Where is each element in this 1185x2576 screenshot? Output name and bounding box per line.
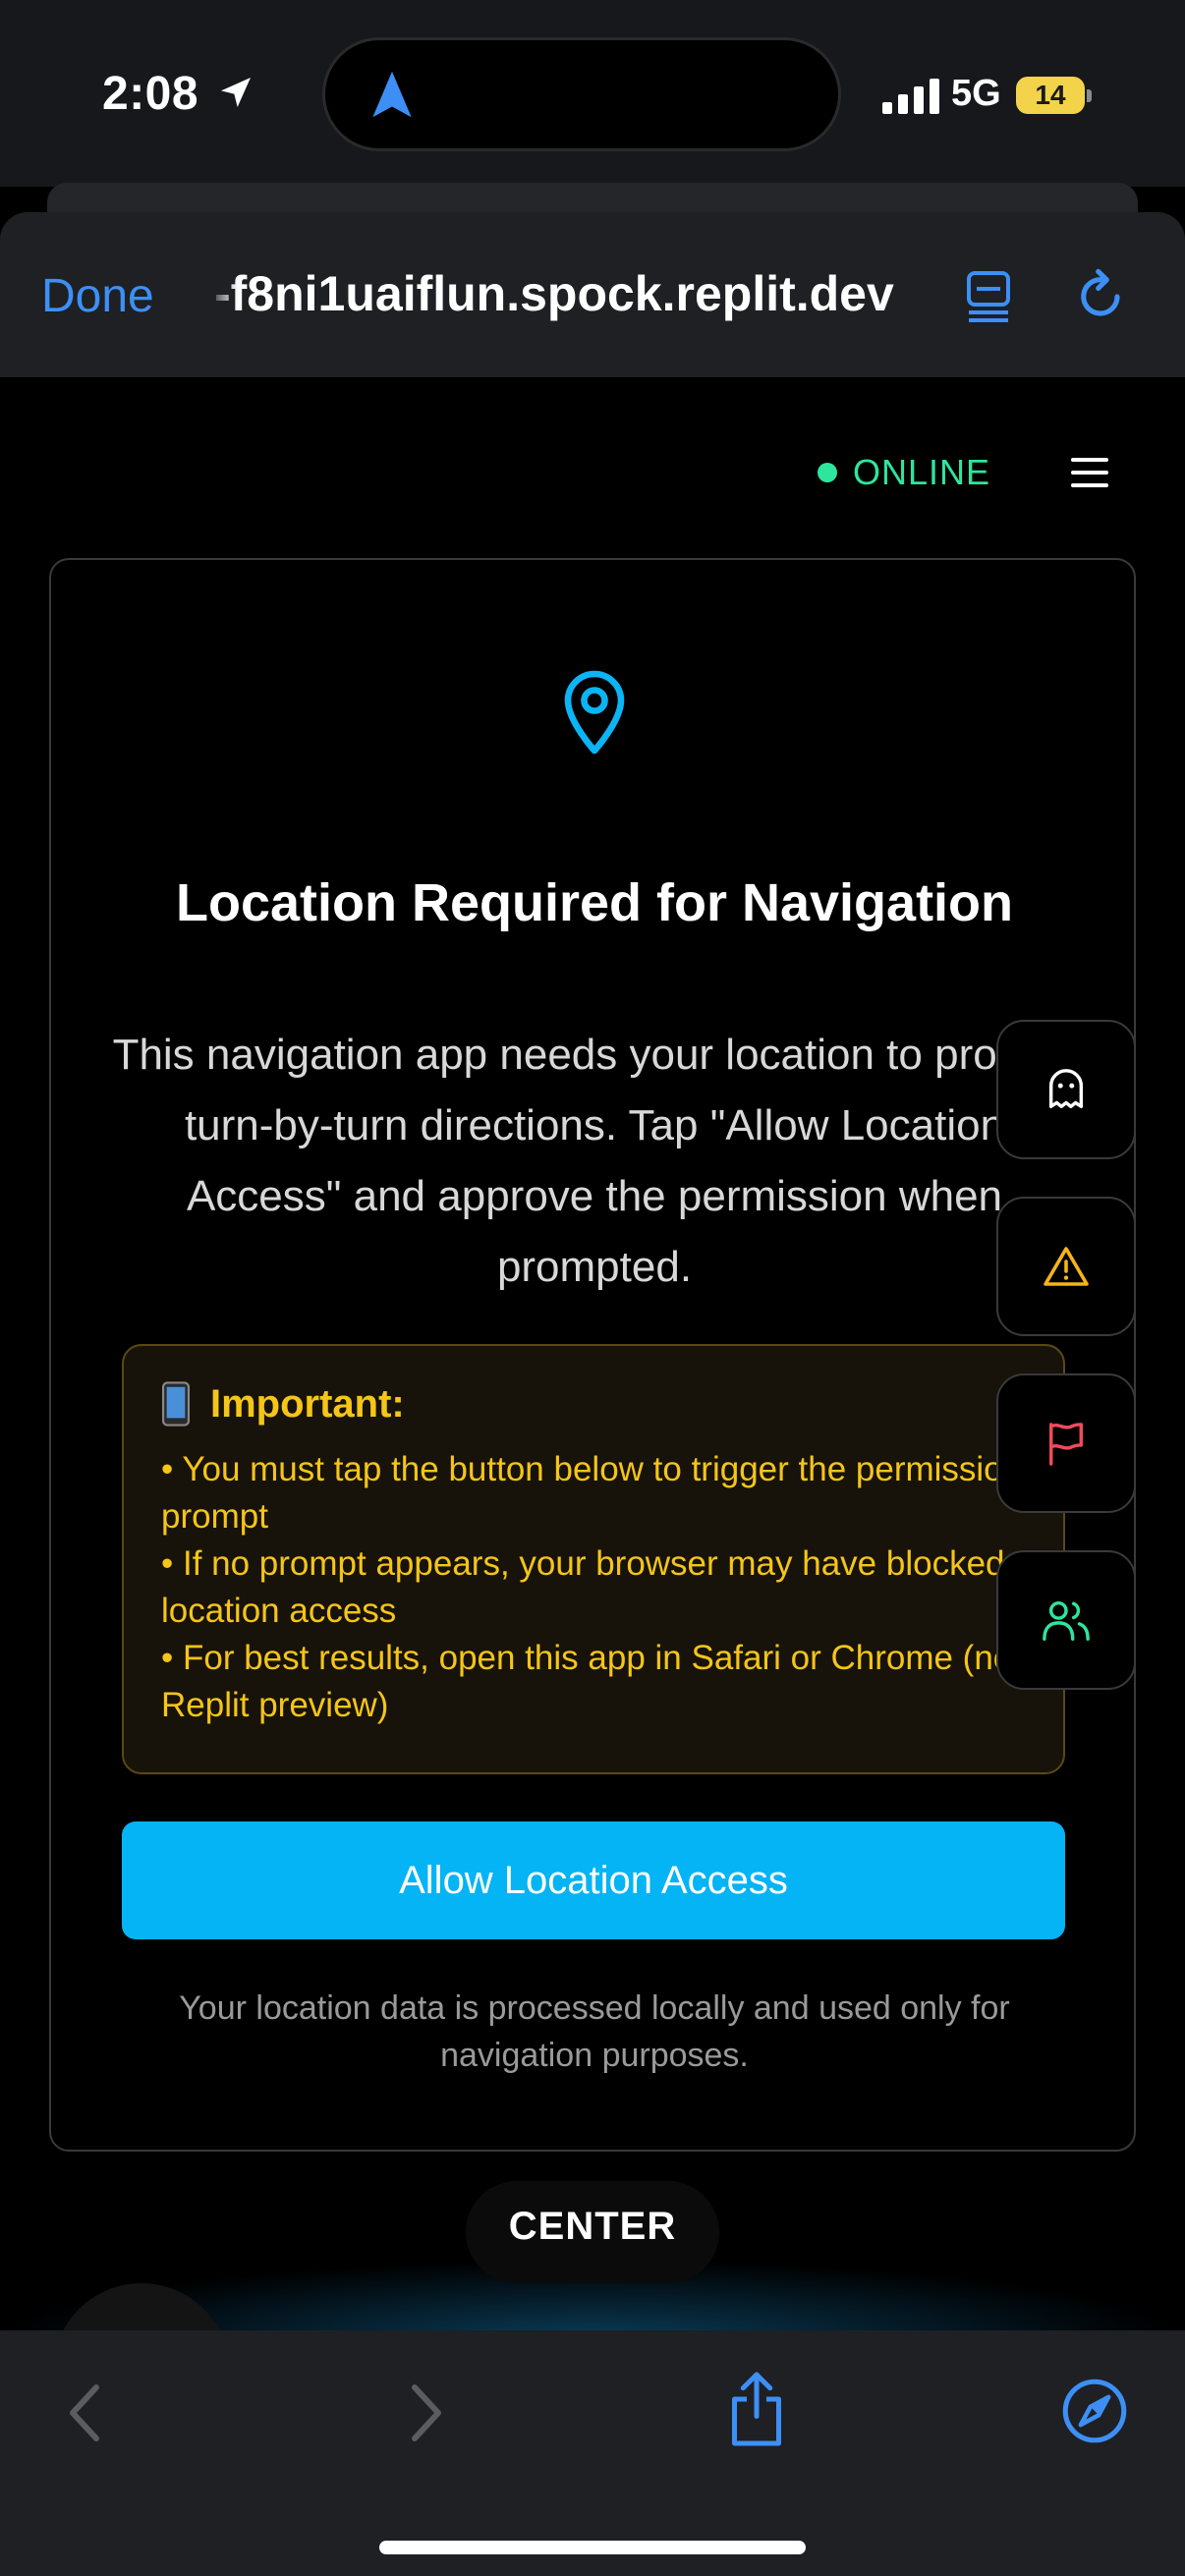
share-icon[interactable] (727, 2370, 786, 2448)
reader-view-icon[interactable] (965, 269, 1012, 324)
forward-icon[interactable] (407, 2381, 446, 2444)
ghost-icon (1048, 1069, 1084, 1108)
browser-url-bar: Done -f8ni1uaiflun.spock.replit.dev (0, 212, 1185, 377)
social-button[interactable] (996, 1550, 1136, 1690)
allow-location-button[interactable]: Allow Location Access (122, 1821, 1065, 1939)
status-label: ONLINE (853, 452, 991, 492)
status-dot (818, 463, 837, 482)
back-icon[interactable] (65, 2381, 104, 2444)
card-title: Location Required for Navigation (175, 873, 1014, 932)
url-field[interactable]: -f8ni1uaiflun.spock.replit.dev (214, 265, 922, 322)
battery-indicator: 14 (1016, 77, 1085, 114)
important-line: • If no prompt appears, your browser may… (161, 1544, 1005, 1630)
users-icon (1043, 1600, 1090, 1641)
map-pin-icon (564, 670, 625, 755)
card-description: This navigation app needs your location … (112, 1031, 1077, 1291)
status-time: 2:08 (102, 68, 199, 120)
cellular-signal-icon (882, 79, 939, 114)
privacy-note: Your location data is processed locally … (179, 1989, 1010, 2074)
report-flag-button[interactable] (996, 1373, 1136, 1513)
important-line: • You must tap the button below to trigg… (161, 1450, 1023, 1536)
mobile-phone-icon (161, 1381, 191, 1427)
reload-icon[interactable] (1077, 267, 1128, 326)
location-arrow-icon (221, 78, 251, 107)
location-permission-card: Location Required for Navigation This na… (49, 558, 1136, 2152)
ghost-mode-button[interactable] (996, 1020, 1136, 1159)
battery-nub (1087, 89, 1092, 102)
url-fade (208, 259, 238, 328)
report-hazard-button[interactable] (996, 1197, 1136, 1336)
center-button[interactable]: CENTER (466, 2181, 719, 2283)
home-indicator (379, 2541, 806, 2554)
warning-icon (1044, 1247, 1089, 1286)
battery-level: 14 (1035, 80, 1066, 110)
flag-icon (1049, 1423, 1083, 1466)
status-bar: 2:08 5G 14 (0, 0, 1185, 187)
compass-icon[interactable] (1061, 2378, 1128, 2444)
done-button[interactable]: Done (41, 269, 154, 323)
important-heading: Important: (210, 1381, 405, 1426)
connection-status: ONLINE (818, 452, 990, 493)
hamburger-menu-icon[interactable] (1071, 458, 1108, 487)
network-type: 5G (951, 73, 1001, 114)
navigation-arrow-icon (372, 71, 412, 118)
important-heading-row: Important: (161, 1381, 1026, 1427)
dynamic-island (322, 37, 841, 151)
important-notice: Important: • You must tap the button bel… (122, 1344, 1065, 1774)
important-line: • For best results, open this app in Saf… (161, 1639, 1022, 1724)
browser-toolbar (0, 2330, 1185, 2576)
